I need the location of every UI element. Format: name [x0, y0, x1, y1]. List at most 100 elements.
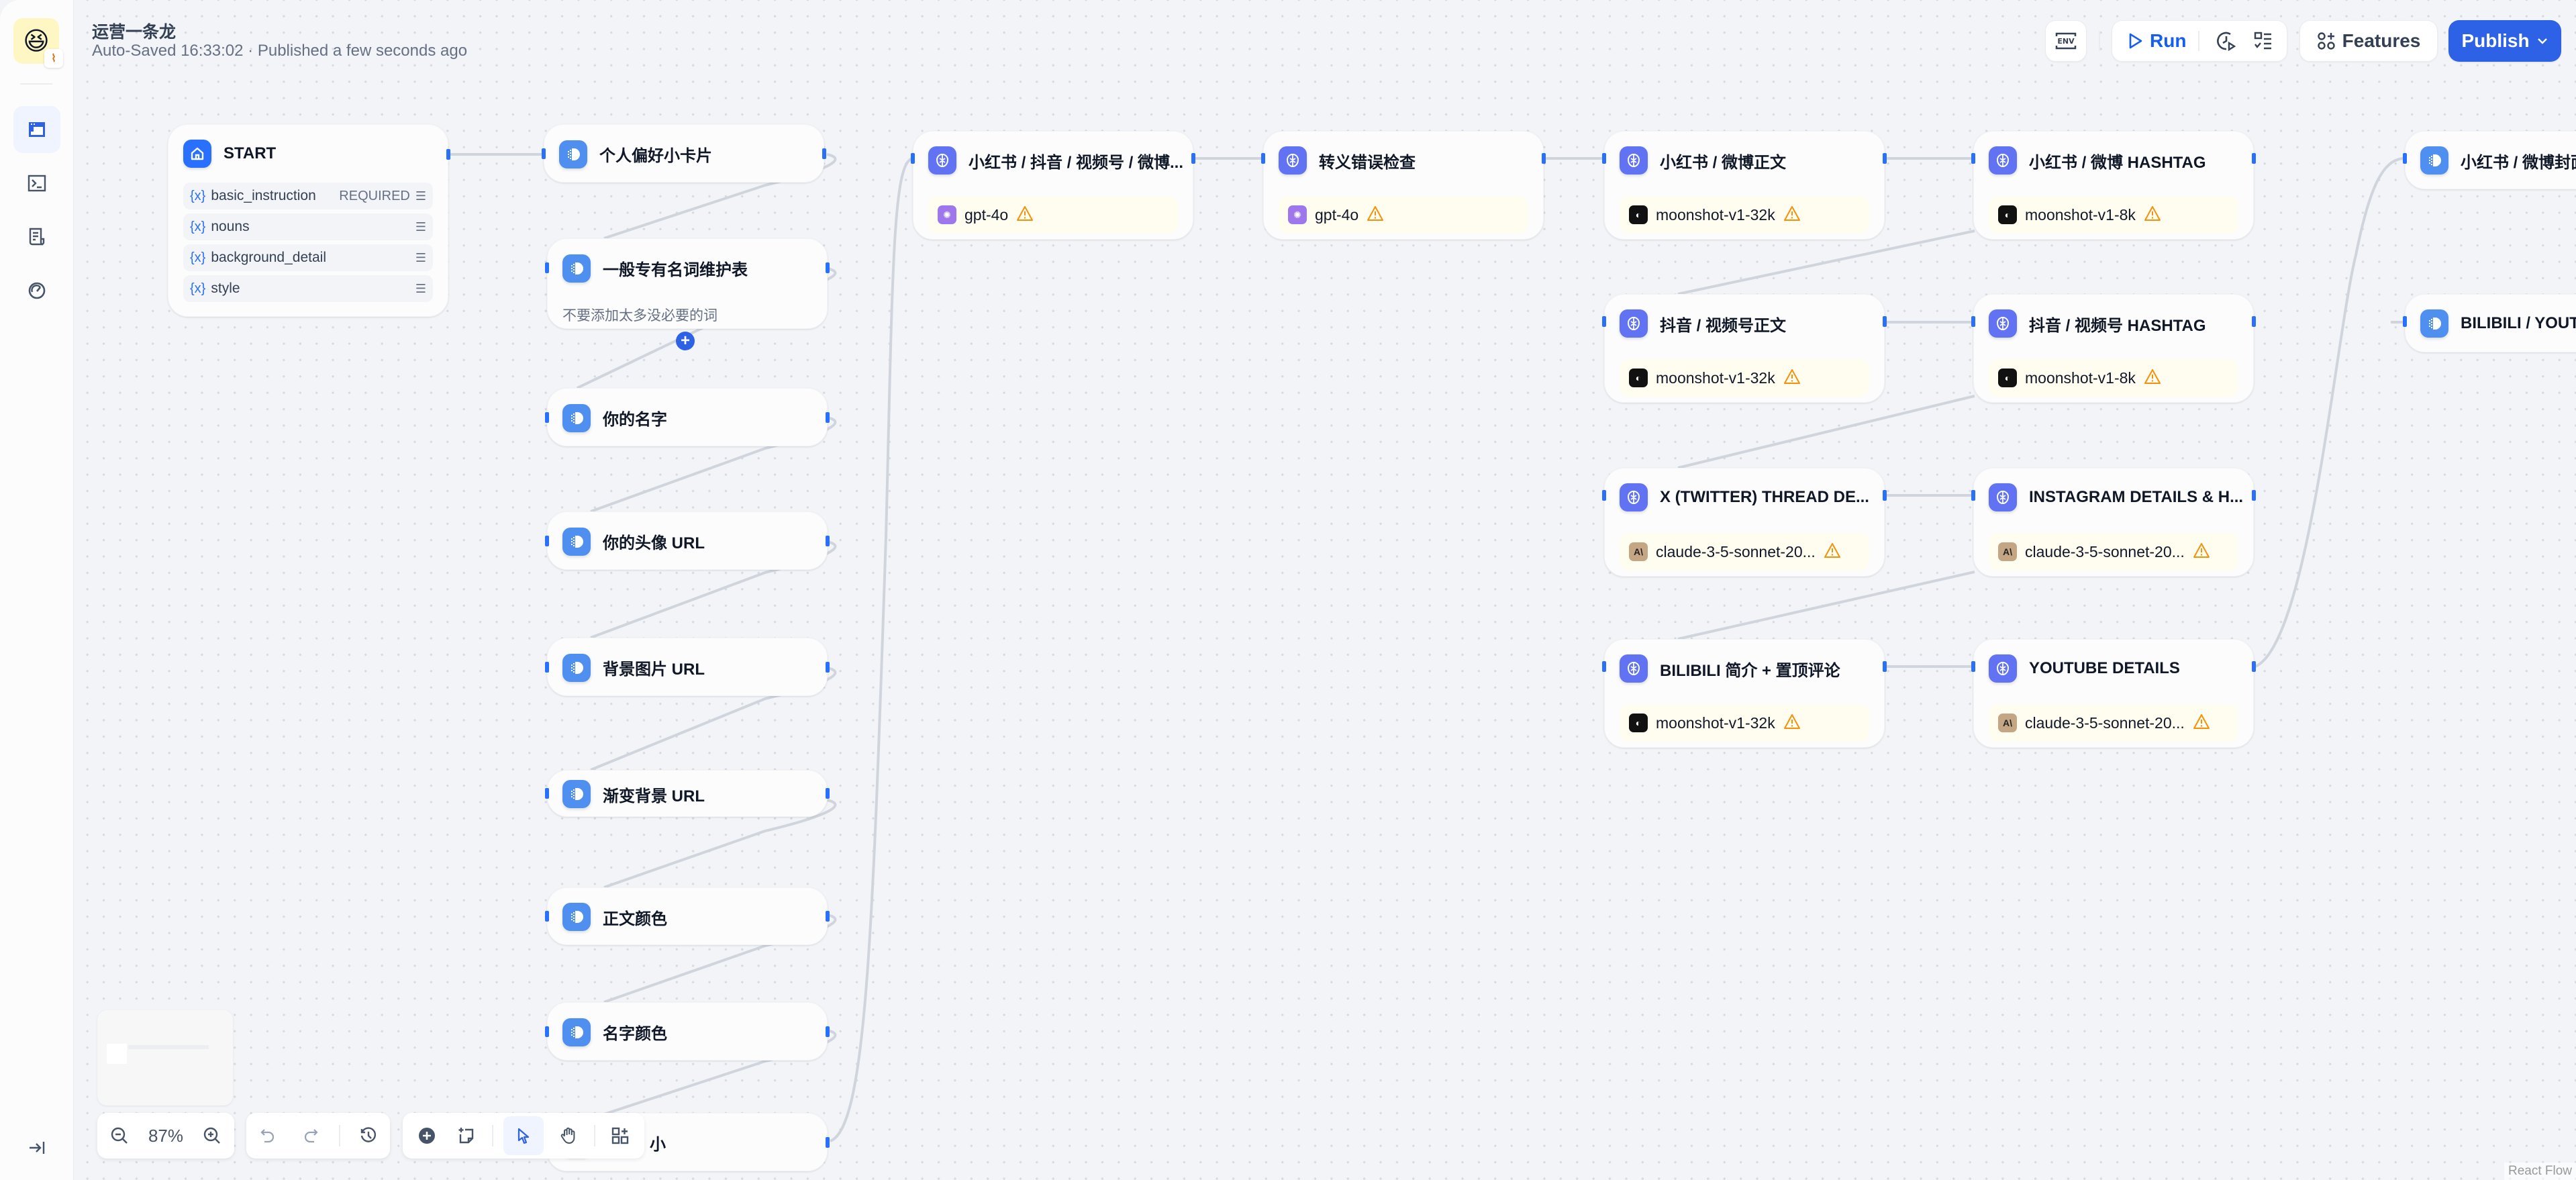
collapse-sidebar-button[interactable]: [23, 1134, 50, 1161]
connection-handle[interactable]: [545, 662, 549, 673]
connection-handle[interactable]: [826, 262, 830, 273]
template-node[interactable]: 你的名字: [547, 388, 828, 446]
redo-button[interactable]: [296, 1121, 326, 1150]
model-selector[interactable]: A\ claude-3-5-sonnet-20...: [1620, 533, 1869, 571]
model-selector[interactable]: ◐ moonshot-v1-8k: [1989, 359, 2238, 397]
template-node[interactable]: 背景图片 URL: [547, 638, 828, 696]
llm-node[interactable]: 转义错误检查 ✺ gpt-4o: [1263, 131, 1544, 240]
connection-handle[interactable]: [2403, 316, 2407, 327]
zoom-out-button[interactable]: [105, 1121, 134, 1150]
undo-button[interactable]: [253, 1121, 283, 1150]
llm-node[interactable]: 抖音 / 视频号正文 ◐ moonshot-v1-32k: [1604, 294, 1885, 403]
run-history-button[interactable]: [2213, 28, 2239, 54]
connection-handle[interactable]: [1883, 661, 1887, 672]
model-selector[interactable]: ◐ moonshot-v1-32k: [1620, 359, 1869, 397]
connection-handle[interactable]: [822, 148, 826, 159]
sidebar-item-api[interactable]: [13, 160, 60, 207]
connection-handle[interactable]: [545, 1026, 549, 1037]
template-node[interactable]: 一般专有名词维护表 不要添加太多没必要的词: [547, 238, 828, 329]
add-block-button[interactable]: [412, 1121, 442, 1150]
hand-mode-button[interactable]: [554, 1121, 583, 1150]
connection-handle[interactable]: [826, 1137, 830, 1148]
react-flow-attribution[interactable]: React Flow: [2504, 1163, 2576, 1180]
connection-handle[interactable]: [826, 788, 830, 799]
model-selector[interactable]: A\ claude-3-5-sonnet-20...: [1989, 704, 2238, 742]
connection-handle[interactable]: [545, 262, 549, 273]
template-node[interactable]: BILIBILI / YOUTU: [2405, 294, 2576, 352]
variable-row[interactable]: {x} style ☰: [183, 275, 433, 302]
pointer-mode-button[interactable]: [503, 1116, 544, 1155]
llm-node[interactable]: 小红书 / 微博 HASHTAG ◐ moonshot-v1-8k: [1973, 131, 2254, 240]
llm-node[interactable]: X (TWITTER) THREAD DE... A\ claude-3-5-s…: [1604, 468, 1885, 577]
connection-handle[interactable]: [1542, 153, 1546, 164]
connection-handle[interactable]: [826, 536, 830, 546]
llm-node[interactable]: BILIBILI 简介 + 置顶评论 ◐ moonshot-v1-32k: [1604, 639, 1885, 748]
connection-handle[interactable]: [1971, 661, 1975, 672]
minimap[interactable]: [97, 1010, 233, 1105]
env-button[interactable]: ENV: [2045, 20, 2087, 62]
connection-handle[interactable]: [1971, 153, 1975, 164]
template-node[interactable]: 正文颜色: [547, 887, 828, 945]
connection-handle[interactable]: [826, 412, 830, 423]
connection-handle[interactable]: [1261, 153, 1265, 164]
connection-handle[interactable]: [542, 148, 546, 159]
template-node[interactable]: 渐变背景 URL: [547, 770, 828, 817]
variable-row[interactable]: {x} nouns ☰: [183, 213, 433, 240]
model-selector[interactable]: ✺ gpt-4o: [1279, 196, 1528, 234]
llm-node[interactable]: 小红书 / 微博正文 ◐ moonshot-v1-32k: [1604, 131, 1885, 240]
run-button[interactable]: Run: [2112, 21, 2186, 61]
connection-handle[interactable]: [545, 412, 549, 423]
template-node[interactable]: 小红书 / 微博封面: [2405, 131, 2576, 189]
connection-handle[interactable]: [1602, 153, 1606, 164]
model-selector[interactable]: ◐ moonshot-v1-8k: [1989, 196, 2238, 234]
add-node-button[interactable]: +: [676, 332, 695, 350]
variable-row[interactable]: {x} background_detail ☰: [183, 244, 433, 271]
connection-handle[interactable]: [2252, 153, 2256, 164]
sidebar-item-orchestrate[interactable]: [13, 106, 60, 153]
llm-node[interactable]: INSTAGRAM DETAILS & H... A\ claude-3-5-s…: [1973, 468, 2254, 577]
connection-handle[interactable]: [545, 536, 549, 546]
connection-handle[interactable]: [826, 662, 830, 673]
connection-handle[interactable]: [1971, 490, 1975, 501]
connection-handle[interactable]: [1971, 316, 1975, 327]
connection-handle[interactable]: [2252, 490, 2256, 501]
model-selector[interactable]: ◐ moonshot-v1-32k: [1620, 704, 1869, 742]
add-note-button[interactable]: [452, 1121, 481, 1150]
llm-node[interactable]: YOUTUBE DETAILS A\ claude-3-5-sonnet-20.…: [1973, 639, 2254, 748]
connection-handle[interactable]: [545, 788, 549, 799]
connection-handle[interactable]: [1883, 316, 1887, 327]
llm-node[interactable]: 抖音 / 视频号 HASHTAG ◐ moonshot-v1-8k: [1973, 294, 2254, 403]
connection-handle[interactable]: [911, 153, 915, 164]
model-selector[interactable]: ✺ gpt-4o: [928, 196, 1178, 234]
checklist-button[interactable]: [2250, 28, 2276, 54]
variable-row[interactable]: {x} basic_instruction REQUIRED ☰: [183, 183, 433, 209]
sidebar-item-logs[interactable]: [13, 213, 60, 260]
connection-handle[interactable]: [1602, 316, 1606, 327]
connection-handle[interactable]: [1883, 153, 1887, 164]
organize-blocks-button[interactable]: [605, 1121, 635, 1150]
connection-handle[interactable]: [1883, 490, 1887, 501]
connection-handle[interactable]: [545, 911, 549, 922]
app-icon[interactable]: 😆 ⌇: [13, 18, 59, 64]
publish-button[interactable]: Publish: [2448, 20, 2561, 62]
source-handle[interactable]: [446, 149, 450, 160]
connection-handle[interactable]: [1191, 153, 1195, 164]
sidebar-item-monitoring[interactable]: [13, 267, 60, 314]
connection-handle[interactable]: [2252, 316, 2256, 327]
model-selector[interactable]: A\ claude-3-5-sonnet-20...: [1989, 533, 2238, 571]
zoom-level[interactable]: 87%: [148, 1126, 183, 1146]
template-node[interactable]: 个人偏好小卡片: [544, 124, 824, 183]
connection-handle[interactable]: [1602, 490, 1606, 501]
version-history-button[interactable]: [354, 1121, 383, 1150]
template-node[interactable]: 你的头像 URL: [547, 511, 828, 570]
template-node[interactable]: 名字颜色: [547, 1002, 828, 1061]
connection-handle[interactable]: [1602, 661, 1606, 672]
connection-handle[interactable]: [826, 911, 830, 922]
connection-handle[interactable]: [826, 1026, 830, 1037]
connection-handle[interactable]: [2252, 661, 2256, 672]
connection-handle[interactable]: [2403, 153, 2407, 164]
model-selector[interactable]: ◐ moonshot-v1-32k: [1620, 196, 1869, 234]
llm-node[interactable]: 小红书 / 抖音 / 视频号 / 微博... ✺ gpt-4o: [913, 131, 1193, 240]
zoom-in-button[interactable]: [197, 1121, 227, 1150]
start-node[interactable]: START {x} basic_instruction REQUIRED ☰ {…: [168, 124, 448, 317]
